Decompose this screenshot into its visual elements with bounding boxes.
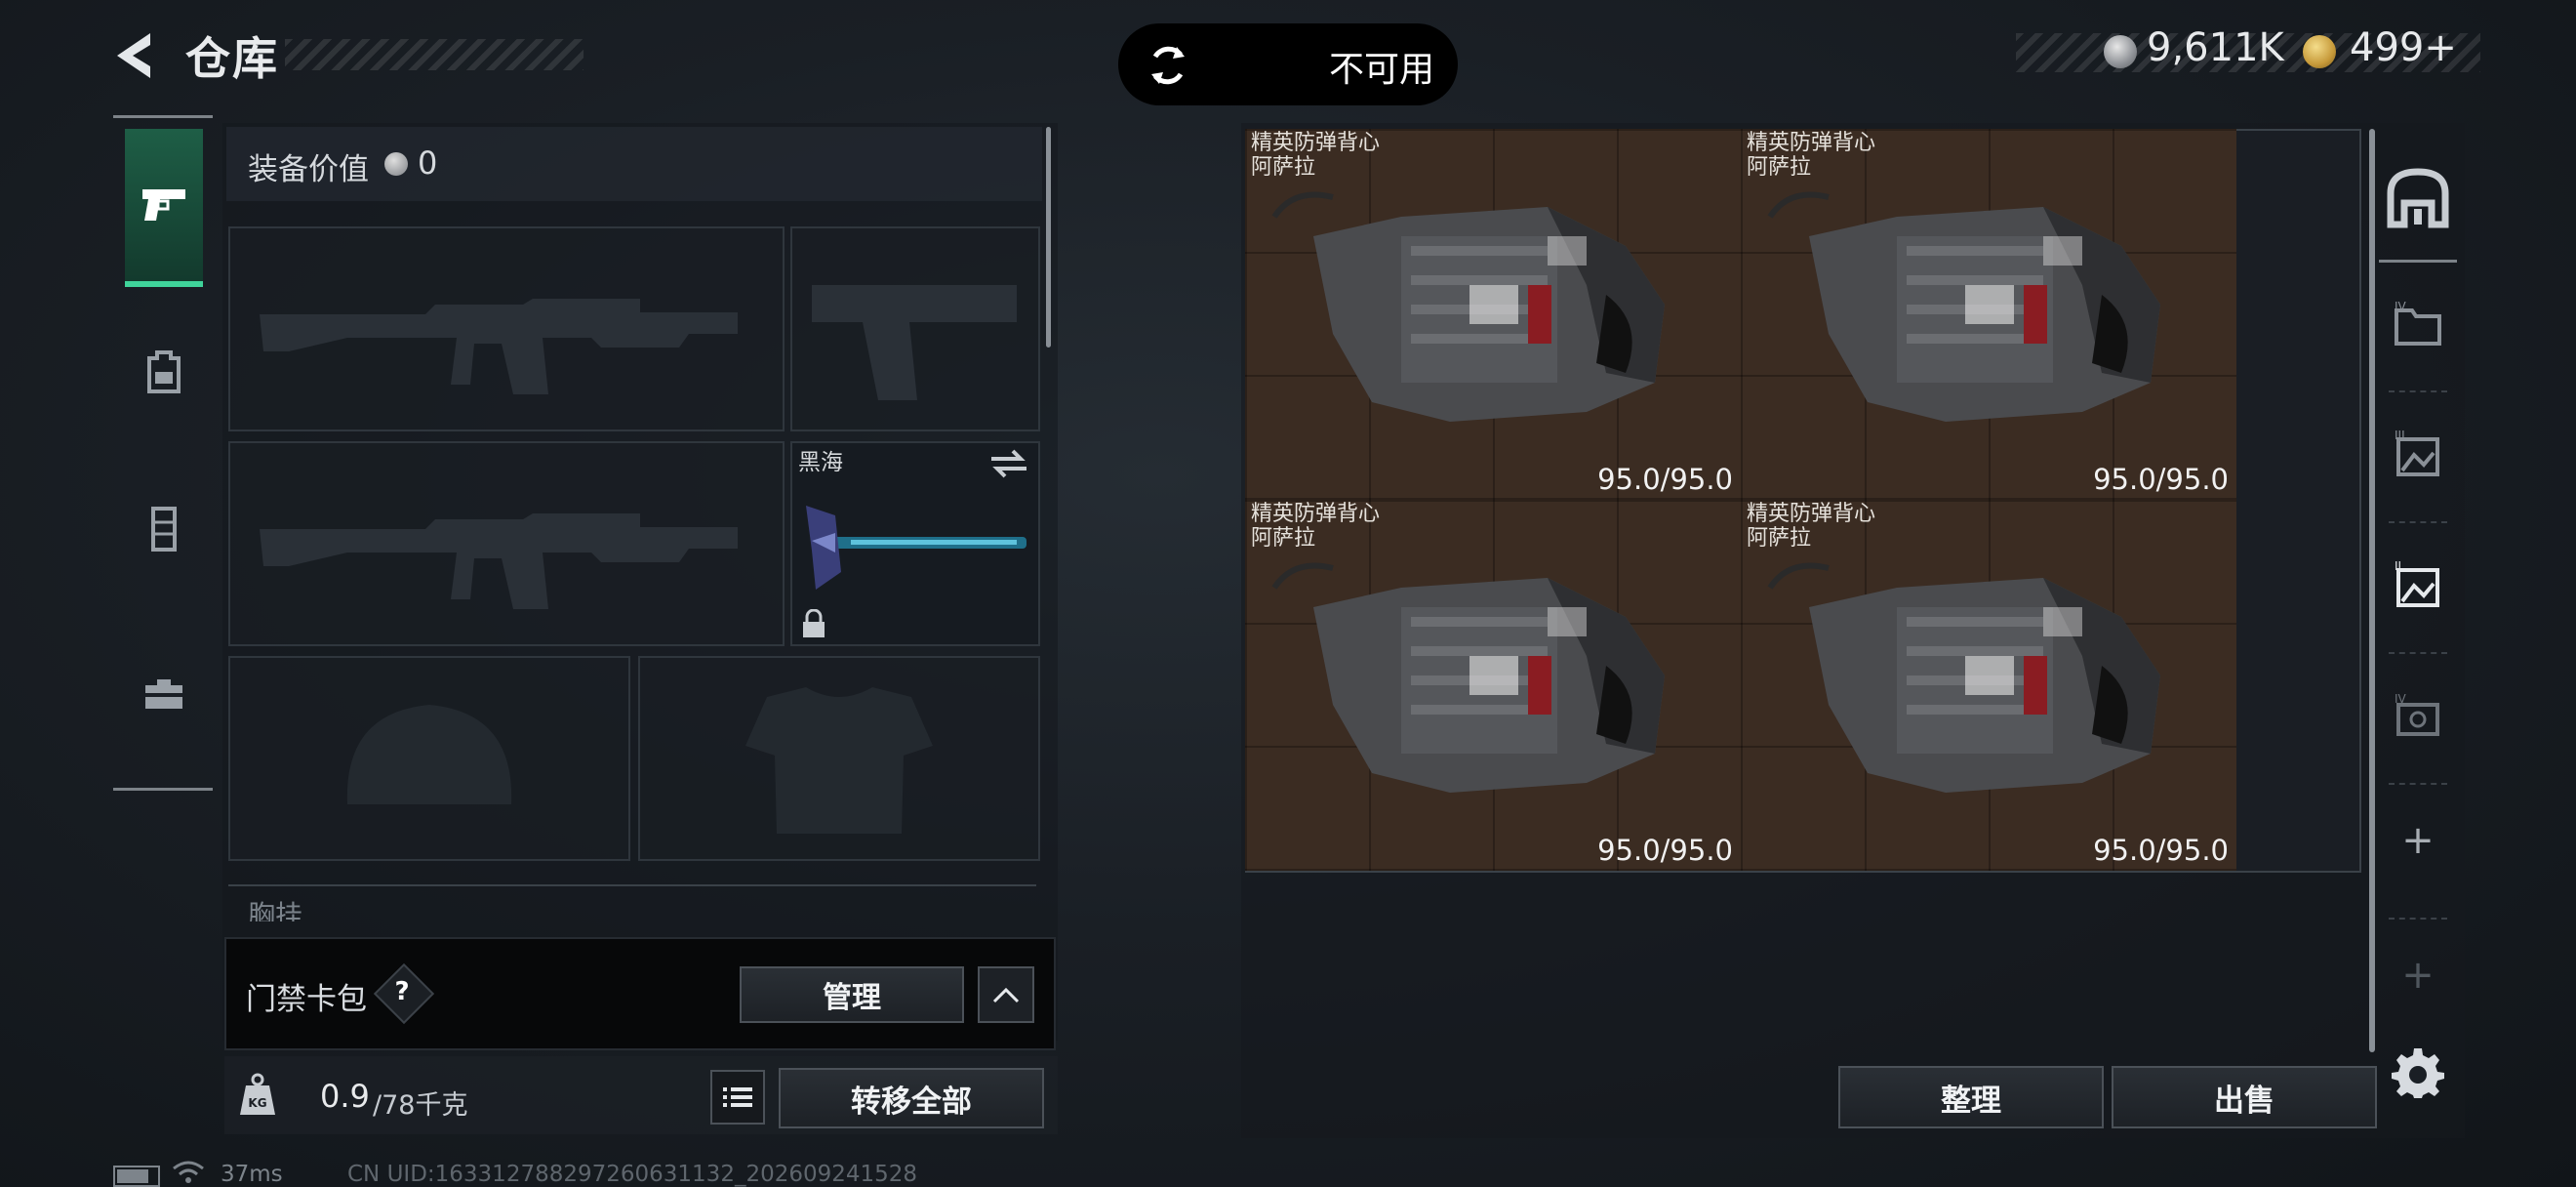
stash-scrollbar[interactable] bbox=[2369, 129, 2375, 1052]
svg-text:IV: IV bbox=[2395, 692, 2407, 706]
silver-coin-icon bbox=[384, 152, 408, 176]
item-name: 精英防弹背心 阿萨拉 bbox=[1251, 502, 1381, 551]
tab-divider bbox=[2389, 783, 2447, 785]
folder-icon: IV bbox=[2395, 300, 2441, 346]
tab-case[interactable] bbox=[125, 644, 203, 742]
uid-text: CN UID:16331278829726063113​2_2026092415… bbox=[347, 1162, 918, 1187]
keycard-label: 门禁卡包 bbox=[246, 982, 367, 1017]
sell-button[interactable]: 出售 bbox=[2112, 1066, 2377, 1128]
weight-max: /78千克 bbox=[373, 1090, 468, 1121]
backpack-icon bbox=[147, 350, 181, 393]
weight-icon: KG bbox=[240, 1073, 275, 1115]
body-armor-icon bbox=[1767, 191, 2160, 422]
ping-text: 37ms bbox=[221, 1162, 283, 1187]
item-name: 精英防弹背心 阿萨拉 bbox=[1747, 131, 1876, 180]
tab-divider bbox=[2389, 652, 2447, 654]
equipment-value: 0 bbox=[418, 144, 438, 182]
item-durability: 95.0/95.0 bbox=[2093, 834, 2229, 867]
tab-chest-rig[interactable] bbox=[125, 480, 203, 578]
pistol-icon bbox=[142, 189, 185, 221]
chest-rig-label: 胸挂 bbox=[248, 899, 303, 921]
pistol-slot[interactable] bbox=[790, 226, 1040, 431]
stash-item[interactable]: 精英防弹背心 阿萨拉 95.0/95.0 bbox=[1245, 129, 1741, 500]
transfer-all-button[interactable]: 转移全部 bbox=[779, 1068, 1044, 1128]
image-icon: II bbox=[2395, 560, 2439, 607]
item-name: 精英防弹背心 阿萨拉 bbox=[1747, 502, 1876, 551]
secondary-weapon-slot[interactable] bbox=[228, 441, 785, 646]
premium-currency-amount[interactable]: 499+ bbox=[2350, 25, 2457, 70]
svg-text:III: III bbox=[2395, 430, 2405, 442]
stash-tab-rail bbox=[2379, 260, 2457, 1014]
primary-weapon-slot[interactable] bbox=[228, 226, 785, 431]
sync-icon bbox=[1151, 46, 1185, 85]
battery-level bbox=[117, 1169, 148, 1183]
silver-coin-icon bbox=[2104, 35, 2137, 68]
pistol-silhouette-icon bbox=[812, 285, 1017, 400]
armor-silhouette-icon bbox=[745, 687, 933, 834]
stash-item[interactable]: 精英防弹背心 阿萨拉 95.0/95.0 bbox=[1245, 500, 1741, 871]
item-durability: 95.0/95.0 bbox=[2093, 463, 2229, 496]
melee-name: 黑海 bbox=[798, 450, 843, 475]
stash-tab-2[interactable]: IV bbox=[2387, 295, 2449, 357]
svg-text:IV: IV bbox=[2395, 300, 2407, 313]
rifle-silhouette-icon bbox=[260, 299, 738, 394]
item-durability: 95.0/95.0 bbox=[1597, 834, 1733, 867]
chest-rig-icon bbox=[151, 507, 177, 552]
add-stash-tab-button[interactable]: + bbox=[2387, 818, 2449, 863]
wifi-icon bbox=[173, 1161, 204, 1183]
image-icon: III bbox=[2395, 430, 2439, 476]
swap-icon[interactable] bbox=[989, 447, 1028, 480]
stash-item[interactable]: 精英防弹背心 阿萨拉 95.0/95.0 bbox=[1741, 129, 2236, 500]
help-icon[interactable]: ? bbox=[382, 972, 422, 1011]
helmet-slot[interactable] bbox=[228, 656, 630, 861]
stash-item[interactable]: 精英防弹背心 阿萨拉 95.0/95.0 bbox=[1741, 500, 2236, 871]
chevron-up-icon bbox=[992, 987, 1020, 1003]
image-icon: IV bbox=[2395, 692, 2439, 736]
item-durability: 95.0/95.0 bbox=[1597, 463, 1733, 496]
stash-tab-5[interactable]: IV bbox=[2387, 687, 2449, 750]
lock-icon bbox=[803, 609, 825, 637]
status-text: 不可用 bbox=[1329, 50, 1435, 90]
loadout-scrollbar[interactable] bbox=[1046, 127, 1051, 348]
svg-text:KG: KG bbox=[248, 1096, 266, 1110]
toolbox-icon bbox=[145, 679, 182, 709]
body-armor-icon bbox=[1271, 562, 1665, 793]
gold-coin-icon bbox=[2303, 35, 2336, 68]
list-view-button[interactable] bbox=[710, 1070, 765, 1125]
tab-divider bbox=[2389, 521, 2447, 523]
stash-tab-4[interactable]: II bbox=[2387, 556, 2449, 619]
tab-divider bbox=[2389, 390, 2447, 392]
sort-button[interactable]: 整理 bbox=[1838, 1066, 2104, 1128]
gear-icon[interactable] bbox=[2391, 1044, 2445, 1099]
list-icon bbox=[723, 1087, 752, 1107]
weight-current: 0.9 bbox=[320, 1078, 370, 1115]
tab-divider bbox=[2389, 918, 2447, 920]
page-title: 仓库 bbox=[185, 32, 279, 85]
body-armor-icon bbox=[1767, 562, 2160, 793]
helmet-silhouette-icon bbox=[346, 705, 512, 804]
item-name: 精英防弹背心 阿萨拉 bbox=[1251, 131, 1381, 180]
title-decoration bbox=[285, 39, 584, 70]
manage-button[interactable]: 管理 bbox=[740, 966, 964, 1023]
chest-rig-row[interactable] bbox=[228, 884, 1036, 925]
stash-tab-3[interactable]: III bbox=[2387, 426, 2449, 488]
body-armor-slot[interactable] bbox=[638, 656, 1040, 861]
silver-currency-amount: 9,611K bbox=[2147, 25, 2284, 70]
add-stash-tab-button[interactable]: + bbox=[2387, 953, 2449, 998]
rifle-silhouette-icon bbox=[260, 513, 738, 609]
stash-home-icon[interactable] bbox=[2381, 156, 2455, 240]
collapse-button[interactable] bbox=[978, 966, 1034, 1023]
svg-text:II: II bbox=[2395, 560, 2401, 573]
equipment-value-label: 装备价值 bbox=[248, 152, 369, 187]
body-armor-icon bbox=[1271, 191, 1665, 422]
tab-backpack[interactable] bbox=[125, 322, 203, 420]
back-arrow-icon[interactable] bbox=[109, 29, 162, 82]
tab-weapons[interactable] bbox=[125, 129, 203, 287]
